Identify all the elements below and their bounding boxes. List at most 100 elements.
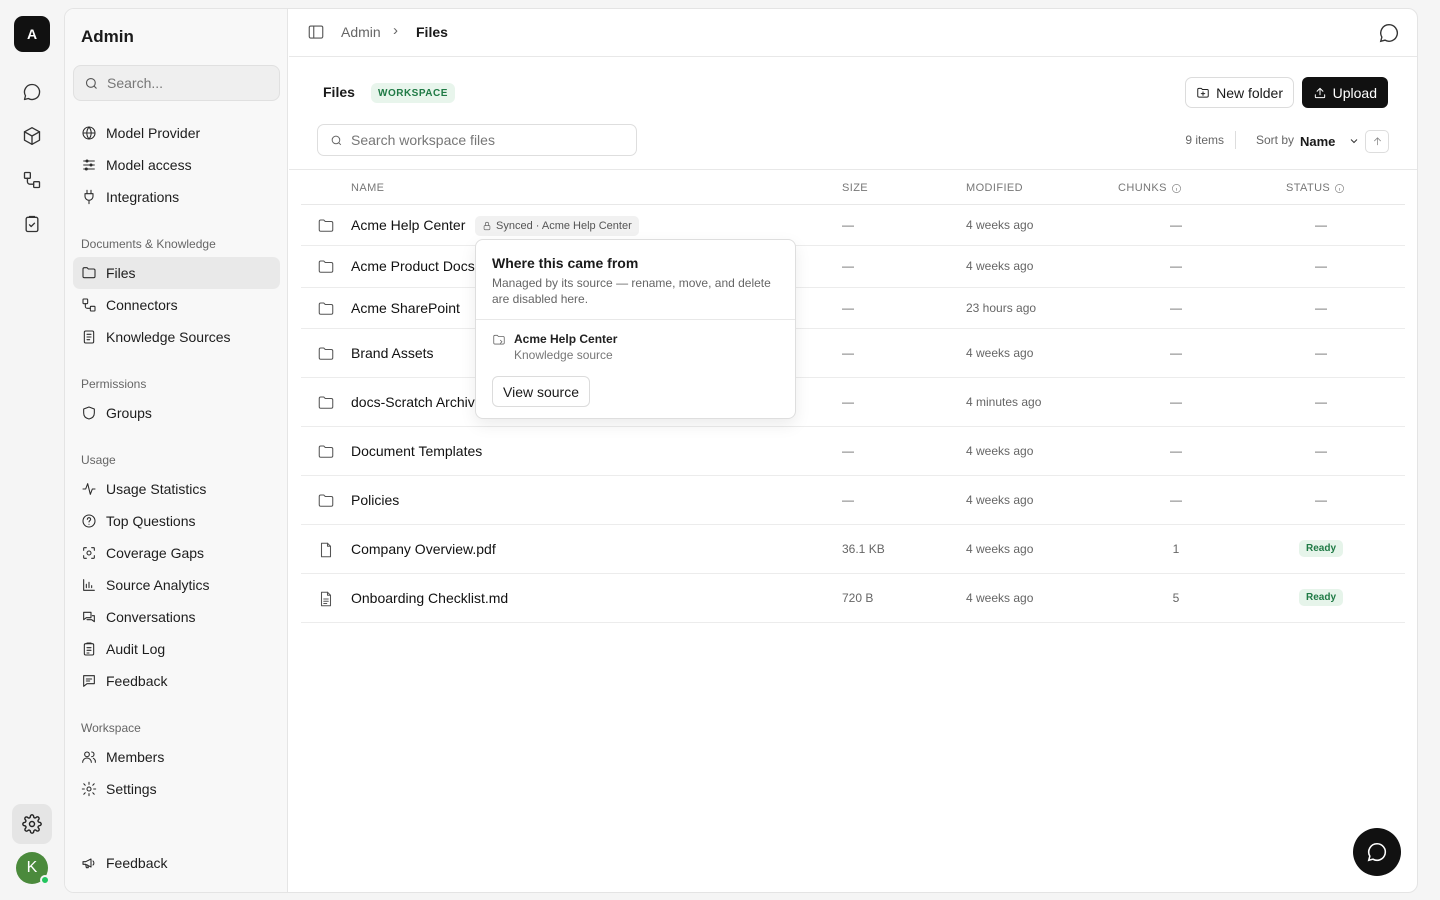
table-row[interactable]: docs-Scratch Archive — 4 minutes ago — — (301, 378, 1405, 427)
sidebar-item-label: Source Analytics (106, 577, 210, 593)
row-size: — (842, 444, 854, 458)
row-size: — (842, 395, 854, 409)
sidebar-item-audit-log[interactable]: Audit Log (73, 633, 280, 665)
sidebar-item-label: Files (106, 265, 136, 281)
user-avatar[interactable]: K (16, 852, 50, 885)
column-header-chunks[interactable]: CHUNKS (1118, 182, 1182, 194)
row-status: — (1315, 493, 1327, 507)
table-row[interactable]: Acme Help Center Synced · Acme Help Cente… (301, 205, 1405, 246)
chat-nav[interactable] (16, 76, 48, 108)
row-name[interactable]: Policies (351, 492, 399, 508)
row-modified: 4 minutes ago (966, 395, 1042, 409)
row-name[interactable]: Document Templates (351, 443, 482, 459)
column-header-label: STATUS (1286, 182, 1331, 194)
row-name[interactable]: docs-Scratch Archive (351, 394, 483, 410)
view-source-button[interactable]: View source (492, 376, 591, 407)
sort-select[interactable]: Name (1296, 129, 1360, 153)
row-modified: 4 weeks ago (966, 493, 1034, 507)
popover-title: Where this came from (492, 255, 639, 271)
table-row[interactable]: Onboarding Checklist.md 720 B 4 weeks ago 5… (301, 574, 1405, 623)
row-modified: 4 weeks ago (966, 444, 1034, 458)
sidebar-search-input[interactable]: Search... (73, 65, 280, 101)
workspace-switcher[interactable]: A (14, 16, 50, 52)
synced-badge[interactable]: Synced · Acme Help Center (475, 216, 639, 236)
sort-value: Name (1300, 133, 1336, 149)
sidebar-item-feedback[interactable]: Feedback (73, 665, 280, 697)
sort-direction-button[interactable] (1365, 130, 1389, 153)
sidebar-item-usage-statistics[interactable]: Usage Statistics (73, 473, 280, 505)
table-row[interactable]: Acme Product Docs — 4 weeks ago — — (301, 246, 1405, 288)
connector-icon (82, 298, 96, 312)
row-name[interactable]: Acme Help Center (351, 217, 465, 233)
row-chunks: — (1170, 301, 1182, 315)
section-usage: Usage (81, 453, 116, 467)
sidebar-item-conversations[interactable]: Conversations (73, 601, 280, 633)
sidebar-item-coverage-gaps[interactable]: Coverage Gaps (73, 537, 280, 569)
files-search-placeholder: Search workspace files (351, 132, 495, 148)
sidebar-item-top-questions[interactable]: Top Questions (73, 505, 280, 537)
table-row[interactable]: Company Overview.pdf 36.1 KB 4 weeks ago 1 R… (301, 525, 1405, 574)
sidebar-item-label: Model access (106, 157, 192, 173)
popover-source-type: Knowledge source (514, 348, 613, 362)
sidebar-item-model-access[interactable]: Model access (73, 149, 280, 181)
chat-icon (1367, 842, 1387, 862)
file-text-icon (317, 590, 335, 608)
workspace-badge: WORKSPACE (371, 83, 455, 103)
row-size: — (842, 259, 854, 273)
sidebar-item-model-provider[interactable]: Model Provider (73, 117, 280, 149)
row-name[interactable]: Acme SharePoint (351, 300, 460, 316)
row-size: — (842, 346, 854, 360)
sidebar-item-files[interactable]: Files (73, 257, 280, 289)
folder-icon (317, 217, 335, 235)
chevron-down-icon (1350, 139, 1358, 144)
sidebar-item-source-analytics[interactable]: Source Analytics (73, 569, 280, 601)
breadcrumb-admin[interactable]: Admin (341, 24, 381, 40)
column-header-modified[interactable]: MODIFIED (966, 182, 1023, 194)
row-name[interactable]: Company Overview.pdf (351, 541, 496, 557)
sidebar-item-integrations[interactable]: Integrations (73, 181, 280, 213)
column-header-label: CHUNKS (1118, 182, 1167, 194)
sidebar-item-settings[interactable]: Settings (73, 773, 280, 805)
column-header-status[interactable]: STATUS (1286, 182, 1345, 194)
sidebar-item-connectors[interactable]: Connectors (73, 289, 280, 321)
row-status: — (1315, 444, 1327, 458)
new-folder-button[interactable]: New folder (1185, 77, 1294, 108)
book-icon (83, 330, 95, 344)
sidebar-footer-feedback[interactable]: Feedback (73, 847, 280, 879)
sidebar-item-groups[interactable]: Groups (73, 397, 280, 429)
table-row[interactable]: Document Templates — 4 weeks ago — — (301, 427, 1405, 476)
row-modified: 4 weeks ago (966, 259, 1034, 273)
info-icon[interactable] (1171, 183, 1182, 194)
column-header-size[interactable]: SIZE (842, 182, 868, 194)
row-name[interactable]: Brand Assets (351, 345, 434, 361)
upload-button[interactable]: Upload (1301, 77, 1388, 108)
sidebar-item-members[interactable]: Members (73, 741, 280, 773)
folder-icon (317, 394, 335, 412)
activity-icon (82, 483, 96, 495)
source-folder-icon (492, 333, 506, 347)
sidebar-item-label: Connectors (106, 297, 178, 313)
admin-settings-nav[interactable] (12, 804, 52, 844)
tasks-nav[interactable] (16, 208, 48, 240)
table-row[interactable]: Brand Assets — 4 weeks ago — — (301, 329, 1405, 378)
sidebar-toggle-button[interactable] (307, 23, 327, 43)
column-header-name[interactable]: NAME (351, 182, 384, 194)
gear-icon (81, 781, 97, 797)
models-nav[interactable] (16, 120, 48, 152)
row-chunks: — (1170, 493, 1182, 507)
workflow-nav[interactable] (16, 164, 48, 196)
sidebar-item-label: Coverage Gaps (106, 545, 205, 561)
info-icon[interactable] (1334, 183, 1345, 194)
sidebar-item-label: Conversations (106, 609, 196, 625)
folder-icon (317, 492, 335, 510)
row-name[interactable]: Onboarding Checklist.md (351, 590, 508, 606)
chat-button[interactable] (1378, 22, 1400, 44)
items-count: 9 items (1185, 133, 1224, 147)
files-search-input[interactable]: Search workspace files (317, 124, 637, 156)
table-row[interactable]: Policies — 4 weeks ago — — (301, 476, 1405, 525)
row-status: — (1315, 301, 1327, 315)
sidebar-item-knowledge-sources[interactable]: Knowledge Sources (73, 321, 280, 353)
chat-fab-button[interactable] (1353, 828, 1401, 876)
row-name[interactable]: Acme Product Docs (351, 258, 475, 274)
table-row[interactable]: Acme SharePoint — 23 hours ago — — (301, 288, 1405, 329)
